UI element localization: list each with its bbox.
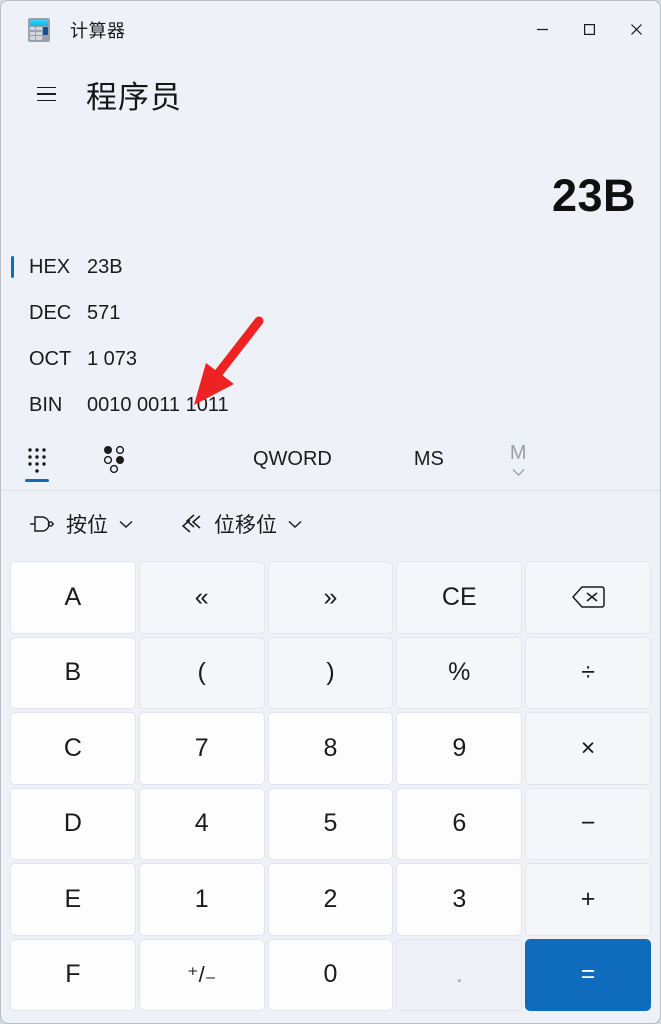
mode-header: 程序员: [1, 58, 660, 130]
bit-shift-dropdown[interactable]: 位移位: [173, 504, 308, 544]
radix-row-bin[interactable]: BIN 0010 0011 1011: [11, 382, 660, 428]
selection-indicator: [11, 348, 14, 370]
memory-dropdown-label: M: [509, 441, 527, 464]
minimize-button[interactable]: [519, 1, 566, 58]
key-f[interactable]: F: [10, 938, 136, 1011]
radix-value-dec: 571: [87, 301, 121, 324]
active-tab-underline: [25, 479, 49, 482]
key-add[interactable]: +: [525, 863, 651, 936]
radix-row-dec[interactable]: DEC 571: [11, 290, 660, 336]
key-3[interactable]: 3: [396, 863, 523, 936]
key-decimal-point[interactable]: .: [396, 938, 523, 1011]
memory-dropdown-button[interactable]: M: [510, 428, 527, 490]
key-divide[interactable]: ÷: [525, 636, 651, 709]
result-value[interactable]: 23B: [552, 173, 636, 218]
radix-value-bin: 0010 0011 1011: [87, 393, 229, 416]
key-equals[interactable]: =: [525, 938, 651, 1011]
key-percent[interactable]: %: [396, 636, 523, 709]
radix-label-oct: OCT: [29, 347, 72, 370]
key-c[interactable]: C: [10, 712, 136, 785]
key-a[interactable]: A: [10, 561, 136, 634]
key-4[interactable]: 4: [138, 787, 265, 860]
key-multiply[interactable]: ×: [525, 712, 651, 785]
selection-indicator: [11, 394, 14, 416]
operator-dropdown-row: 按位 位移位: [1, 491, 660, 557]
key-5[interactable]: 5: [267, 787, 394, 860]
radix-value-oct: 1 073: [87, 347, 138, 370]
bit-toggle-icon: [103, 445, 125, 474]
caption-button-group: [519, 1, 660, 58]
word-size-button[interactable]: QWORD: [253, 428, 332, 490]
keypad: A « » CE B ( ) % ÷ C 7 8 9 × D 4 5 6 − E…: [1, 557, 660, 1020]
logic-gate-icon: [30, 516, 54, 532]
radix-label-bin: BIN: [29, 393, 63, 416]
radix-row-hex[interactable]: HEX 23B: [11, 244, 660, 290]
chevron-down-icon: [288, 520, 302, 528]
tab-bit-toggle[interactable]: [73, 428, 155, 490]
key-0[interactable]: 0: [267, 938, 394, 1011]
title-bar: 计算器: [1, 1, 660, 58]
selection-indicator: [11, 302, 14, 324]
key-d[interactable]: D: [10, 787, 136, 860]
page-title: 程序员: [86, 79, 182, 115]
keypad-dots-icon: [28, 448, 46, 473]
maximize-button[interactable]: [566, 1, 613, 58]
key-b[interactable]: B: [10, 636, 136, 709]
backspace-icon: [572, 586, 605, 608]
bit-shift-icon: [181, 514, 201, 533]
key-shift-left[interactable]: «: [138, 561, 265, 634]
radix-list: HEX 23B DEC 571 OCT 1 073 BIN 0010 0011 …: [1, 244, 660, 428]
selection-indicator: [11, 256, 14, 278]
key-e[interactable]: E: [10, 863, 136, 936]
radix-label-hex: HEX: [29, 255, 71, 278]
bitwise-label: 按位: [66, 514, 108, 537]
key-shift-right[interactable]: »: [267, 561, 394, 634]
keypad-memory-strip: QWORD MS M: [1, 428, 660, 491]
word-size-label: QWORD: [253, 447, 332, 470]
key-2[interactable]: 2: [267, 863, 394, 936]
calculator-icon: [28, 17, 50, 42]
key-6[interactable]: 6: [396, 787, 523, 860]
radix-label-dec: DEC: [29, 301, 72, 324]
display-area: 23B: [1, 130, 660, 218]
memory-store-label: MS: [413, 447, 444, 470]
bitwise-dropdown[interactable]: 按位: [23, 504, 139, 544]
radix-row-oct[interactable]: OCT 1 073: [11, 336, 660, 382]
key-plus-minus[interactable]: ⁺/₋: [138, 938, 265, 1011]
key-9[interactable]: 9: [396, 712, 523, 785]
bit-shift-label: 位移位: [214, 514, 277, 537]
close-button[interactable]: [613, 1, 660, 58]
tab-keypad[interactable]: [1, 428, 73, 490]
memory-store-button[interactable]: MS: [414, 428, 444, 490]
chevron-down-icon: [512, 468, 525, 476]
key-subtract[interactable]: −: [525, 787, 651, 860]
key-7[interactable]: 7: [138, 712, 265, 785]
key-clear-entry[interactable]: CE: [396, 561, 523, 634]
key-backspace[interactable]: [525, 561, 651, 634]
key-open-paren[interactable]: (: [138, 636, 265, 709]
window-title: 计算器: [70, 20, 126, 41]
key-close-paren[interactable]: ): [267, 636, 394, 709]
hamburger-menu-icon[interactable]: [27, 75, 65, 113]
active-tab-underline: [102, 479, 126, 482]
chevron-down-icon: [119, 520, 133, 528]
radix-value-hex: 23B: [87, 255, 123, 278]
key-8[interactable]: 8: [267, 712, 394, 785]
calculator-window: 计算器 程序员 23B HEX 23B DEC 571 OCT 1 073 BI…: [0, 0, 661, 1024]
key-1[interactable]: 1: [138, 863, 265, 936]
